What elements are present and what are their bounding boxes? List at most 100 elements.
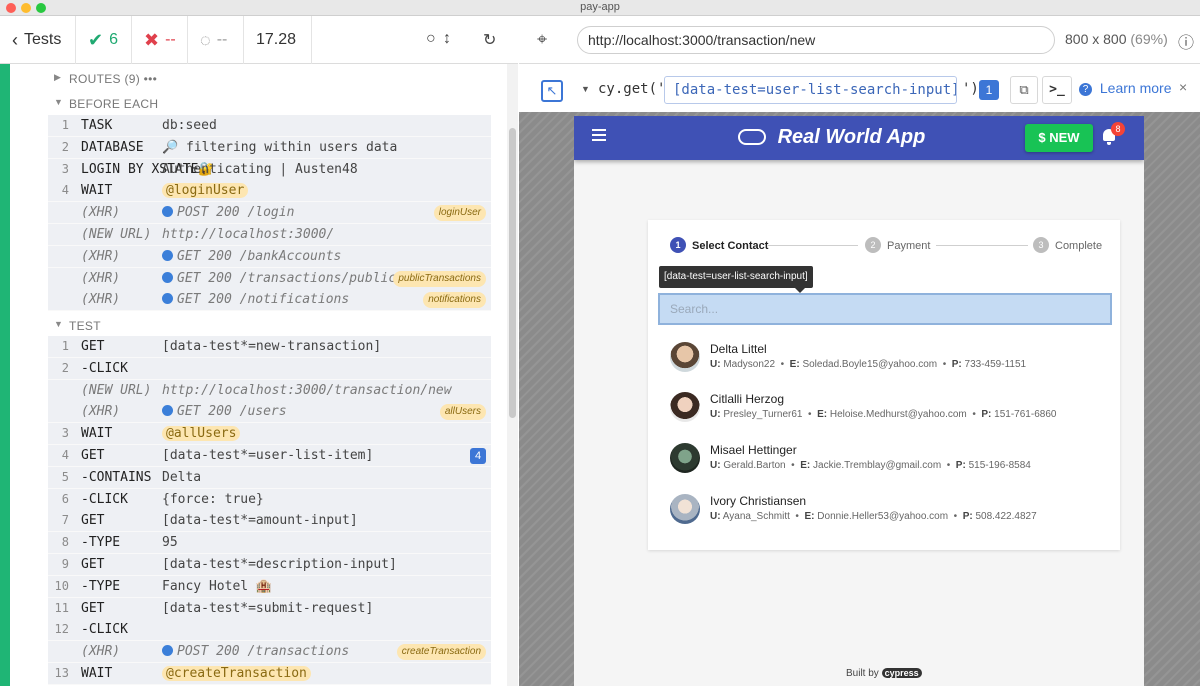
auto-scroll-toggle-icon[interactable]: ↕ bbox=[443, 30, 451, 48]
close-icon[interactable]: × bbox=[1179, 79, 1187, 95]
test-status-bar bbox=[0, 64, 10, 686]
user-phone: 515-196-8584 bbox=[968, 460, 1031, 471]
caret-down-icon[interactable]: ▼ bbox=[581, 84, 590, 94]
user-list-item[interactable]: Delta Littel U: Madyson22 • E: Soledad.B… bbox=[670, 342, 1110, 382]
command-log-scrollbar[interactable] bbox=[509, 128, 516, 418]
info-icon[interactable]: ⓘ bbox=[1178, 29, 1194, 53]
command-message-text: 95 bbox=[162, 535, 178, 551]
command-message-text: db:seed bbox=[162, 118, 217, 133]
cypress-logo: cypress bbox=[881, 668, 922, 678]
command-message-text: @allUsers bbox=[162, 426, 241, 442]
command-row[interactable]: (NEW URL) http://localhost:3000/transacti… bbox=[48, 379, 491, 402]
step-label: Payment bbox=[887, 240, 931, 252]
copy-icon: ⧉ bbox=[1019, 82, 1029, 97]
command-row[interactable]: (XHR) GET 200 /bankAccounts bbox=[48, 245, 491, 268]
command-row[interactable]: 11 GET [data-test*=submit-request] bbox=[48, 597, 491, 620]
command-message-text: [data-test*=description-input] bbox=[162, 557, 397, 572]
command-row[interactable]: 1 TASK db:seed bbox=[48, 115, 491, 137]
selector-prefix: cy.get(' bbox=[598, 81, 666, 97]
print-to-console-button[interactable]: >_ bbox=[1042, 76, 1072, 104]
command-message-text: GET 200 /transactions/public bbox=[177, 270, 397, 286]
before-each-section[interactable]: ▼ BEFORE EACH bbox=[54, 97, 158, 111]
xhr-status-icon bbox=[162, 249, 173, 261]
user-phone: 508.422.4827 bbox=[975, 511, 1037, 522]
built-by-footer[interactable]: Built by cypress bbox=[846, 668, 922, 679]
user-list-item[interactable]: Misael Hettinger U: Gerald.Barton • E: J… bbox=[670, 443, 1110, 483]
user-list-item[interactable]: Ivory Christiansen U: Ayana_Schmitt • E:… bbox=[670, 494, 1110, 534]
command-row[interactable]: 2 -CLICK bbox=[48, 357, 491, 380]
command-row[interactable]: 2 DATABASE 🔎 filtering within users data bbox=[48, 136, 491, 159]
runner-stats-bar: ‹ Tests ✔ 6 ✖ -- ◌ -- 17.28 ○ ↕ ↻ bbox=[0, 16, 518, 64]
tests-button[interactable]: ‹ Tests bbox=[0, 16, 76, 64]
command-row[interactable]: 3 LOGIN BY XSTATE🔐 Authenticating | Austen… bbox=[48, 158, 491, 181]
step-payment: 2 Payment bbox=[865, 237, 930, 253]
command-row[interactable]: 8 -TYPE 95 bbox=[48, 532, 491, 555]
command-message: [data-test*=user-list-item] bbox=[162, 448, 373, 463]
command-number: 7 bbox=[61, 513, 69, 528]
command-name: WAIT bbox=[81, 426, 113, 442]
element-picker-icon[interactable]: ↖ bbox=[541, 80, 563, 102]
command-row[interactable]: 6 -CLICK {force: true} bbox=[48, 488, 491, 511]
check-icon: ✔ bbox=[88, 29, 104, 50]
command-row[interactable]: 13 WAIT @createTransaction bbox=[48, 663, 491, 685]
app-brand[interactable]: Real World App bbox=[738, 126, 925, 149]
xhr-status-icon bbox=[162, 271, 173, 283]
command-name: (NEW URL) bbox=[81, 227, 152, 242]
user-list-item[interactable]: Citlalli Herzog U: Presley_Turner61 • E:… bbox=[670, 392, 1110, 432]
command-name: DATABASE bbox=[81, 139, 144, 155]
command-message-text: GET 200 /notifications bbox=[177, 292, 350, 308]
transaction-card: 1 Select Contact 2 Payment 3 Complete [data… bbox=[648, 220, 1120, 550]
alias-tag: allUsers bbox=[439, 404, 486, 421]
command-message: @loginUser bbox=[162, 183, 249, 199]
command-row[interactable]: 5 -CONTAINS Delta bbox=[48, 466, 491, 489]
notification-count-badge: 8 bbox=[1111, 122, 1125, 136]
selector-input[interactable]: [data-test=user-list-search-input] bbox=[664, 76, 957, 104]
command-row[interactable]: (XHR) POST 200 /login loginUser bbox=[48, 202, 491, 225]
command-name: GET bbox=[81, 557, 105, 572]
command-row[interactable]: (NEW URL) http://localhost:3000/ bbox=[48, 224, 491, 246]
command-row[interactable]: 1 GET [data-test*=new-transaction] bbox=[48, 336, 491, 358]
command-row[interactable]: (XHR) POST 200 /transactions createTransac… bbox=[48, 641, 491, 664]
selector-playground: ↖ ▼ cy.get(' [data-test=user-list-search… bbox=[519, 64, 1200, 112]
user-username: Gerald.Barton bbox=[723, 460, 786, 471]
command-message: POST 200 /login bbox=[162, 205, 294, 220]
command-row[interactable]: 7 GET [data-test*=amount-input] bbox=[48, 510, 491, 533]
copy-button[interactable]: ⧉ bbox=[1010, 76, 1038, 104]
command-row[interactable]: (XHR) GET 200 /users allUsers bbox=[48, 401, 491, 424]
command-row[interactable]: 4 WAIT @loginUser bbox=[48, 180, 491, 203]
selector-tooltip: [data-test=user-list-search-input] bbox=[659, 266, 813, 293]
url-field[interactable]: http://localhost:3000/transaction/new bbox=[577, 26, 1055, 54]
new-transaction-button[interactable]: $ NEW bbox=[1025, 124, 1093, 152]
command-message-text: [data-test*=user-list-item] bbox=[162, 448, 374, 463]
user-search-input[interactable]: Search... bbox=[658, 293, 1112, 325]
command-message: GET 200 /transactions/public bbox=[162, 271, 396, 286]
command-row[interactable]: 3 WAIT @allUsers bbox=[48, 423, 491, 446]
command-number: 2 bbox=[61, 139, 69, 154]
viewport-info[interactable]: 800 x 800 (69%) bbox=[1065, 31, 1168, 47]
test-section[interactable]: ▼ TEST bbox=[54, 319, 101, 333]
command-row[interactable]: 4 GET [data-test*=user-list-item] 4 bbox=[48, 445, 491, 467]
menu-icon[interactable] bbox=[592, 129, 606, 141]
command-name: (XHR) bbox=[81, 270, 121, 286]
viewport-size: 800 x 800 bbox=[1065, 31, 1127, 47]
routes-section[interactable]: ▶ ROUTES (9) ••• bbox=[54, 72, 157, 86]
user-meta: U: Gerald.Barton • E: Jackie.Tremblay@gm… bbox=[710, 460, 1031, 471]
command-row[interactable]: 12 -CLICK bbox=[48, 619, 491, 642]
command-row[interactable]: 10 -TYPE Fancy Hotel 🏨 bbox=[48, 575, 491, 598]
selector-playground-icon[interactable]: ⌖ bbox=[537, 29, 547, 50]
learn-more-link[interactable]: ? Learn more bbox=[1079, 80, 1171, 96]
xhr-status-icon bbox=[162, 645, 173, 657]
restart-icon[interactable]: ↻ bbox=[483, 30, 496, 50]
command-row[interactable]: 9 GET [data-test*=description-input] bbox=[48, 554, 491, 576]
step-number: 1 bbox=[670, 237, 686, 253]
url-bar: ⌖ http://localhost:3000/transaction/new … bbox=[519, 16, 1200, 64]
failed-count: ✖ -- bbox=[132, 16, 188, 64]
command-row[interactable]: (XHR) GET 200 /notifications notifications bbox=[48, 289, 491, 312]
command-name: (XHR) bbox=[81, 248, 121, 264]
command-message-text: {force: true} bbox=[162, 491, 264, 507]
command-message: [data-test*=new-transaction] bbox=[162, 339, 381, 354]
user-meta: U: Madyson22 • E: Soledad.Boyle15@yahoo.… bbox=[710, 359, 1027, 370]
app-viewport: Real World App $ NEW 8 1 Select Contact 2… bbox=[574, 116, 1144, 686]
command-message: 🔎 filtering within users data bbox=[162, 140, 397, 155]
command-row[interactable]: (XHR) GET 200 /transactions/public publicT… bbox=[48, 267, 491, 290]
